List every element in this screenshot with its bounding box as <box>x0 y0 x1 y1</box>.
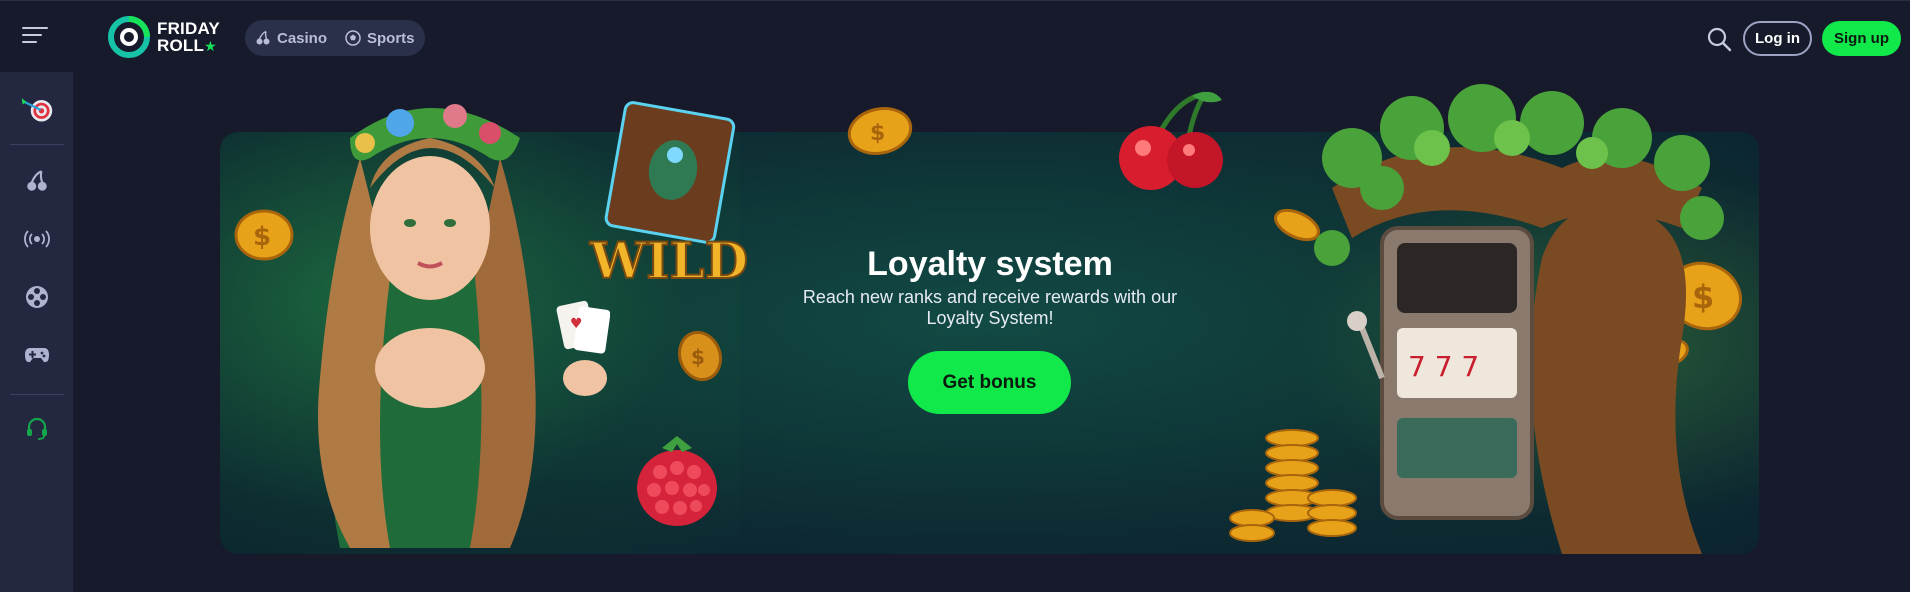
gold-coin-icon: $ <box>677 330 723 382</box>
banner-subtitle: Reach new ranks and receive rewards with… <box>802 287 1178 328</box>
top-bar: FRIDAY ROLL★ Casino Sports Log in Sign u… <box>0 0 1910 72</box>
main-nav: Casino Sports <box>245 20 425 56</box>
film-reel-icon <box>26 286 48 308</box>
svg-text:♥: ♥ <box>570 316 583 332</box>
fairy-character-illustration: ♥ <box>318 104 610 548</box>
sidebar-item-support[interactable] <box>20 412 54 446</box>
live-broadcast-icon <box>24 230 50 248</box>
svg-text:$: $ <box>253 222 271 252</box>
get-bonus-button[interactable]: Get bonus <box>908 351 1071 414</box>
sidebar-item-promotions[interactable] <box>20 92 54 126</box>
svg-text:$: $ <box>691 345 705 369</box>
sidebar-item-movies[interactable] <box>20 280 54 314</box>
search-icon[interactable] <box>1706 26 1732 52</box>
gamepad-icon <box>25 348 49 363</box>
logo[interactable]: FRIDAY ROLL★ <box>107 15 227 59</box>
wild-symbol-icon: WILD <box>588 101 749 290</box>
sidebar-item-games[interactable] <box>20 338 54 372</box>
nav-casino-label: Casino <box>277 29 328 47</box>
sidebar-divider <box>10 144 64 145</box>
hamburger-menu-icon[interactable] <box>22 27 48 47</box>
gold-coin-icon: $ <box>234 209 294 261</box>
logo-text: FRIDAY ROLL★ <box>157 19 220 55</box>
soccer-ball-icon <box>345 30 361 46</box>
sidebar-item-casino[interactable] <box>20 164 54 198</box>
nav-casino[interactable]: Casino <box>255 30 327 47</box>
banner-title: Loyalty system <box>867 245 1113 283</box>
login-button[interactable]: Log in <box>1743 21 1812 56</box>
wild-text: WILD <box>589 231 748 290</box>
sidebar <box>0 72 73 592</box>
headset-support-icon <box>27 417 47 440</box>
nav-sports[interactable]: Sports <box>345 30 415 47</box>
cherry-icon <box>27 170 47 191</box>
star-icon: ★ <box>204 38 217 54</box>
svg-text:7 7 7: 7 7 7 <box>1408 350 1479 383</box>
slot-machine-tree-illustration: 7 7 7 <box>1229 84 1724 554</box>
signup-button[interactable]: Sign up <box>1822 21 1901 56</box>
sidebar-divider <box>10 394 64 395</box>
gold-coin-icon: $ <box>847 107 913 155</box>
target-dart-icon <box>21 98 53 122</box>
svg-text:$: $ <box>870 121 885 146</box>
cherry-icon <box>256 30 270 45</box>
nav-sports-label: Sports <box>367 29 415 47</box>
sidebar-item-live[interactable] <box>20 222 54 256</box>
raspberry-fruit-icon <box>637 436 717 526</box>
